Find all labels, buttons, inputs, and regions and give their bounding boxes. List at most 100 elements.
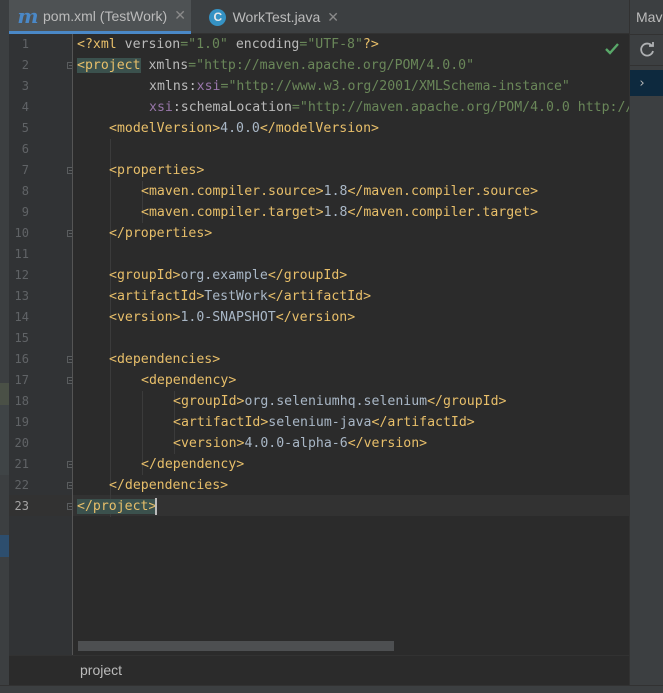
attr-name: xmlns xyxy=(140,58,189,73)
open-tag: <maven.compiler.source> xyxy=(141,184,324,199)
reload-icon[interactable] xyxy=(639,42,655,58)
line-number: 17 xyxy=(14,373,29,387)
close-tag: </properties> xyxy=(109,226,213,241)
close-tag: </maven.compiler.target> xyxy=(347,205,539,220)
line-number: 12 xyxy=(14,268,29,282)
close-tag: </maven.compiler.source> xyxy=(347,184,539,199)
tag-text: selenium-java xyxy=(268,415,372,430)
open-tag: <maven.compiler.target> xyxy=(141,205,324,220)
close-tag: </version> xyxy=(347,436,428,451)
editor-tab-bar: m pom.xml (TestWork) ✕ C WorkTest.java ✕ xyxy=(9,0,629,34)
tab-worktest-java[interactable]: C WorkTest.java ✕ xyxy=(199,0,339,34)
close-icon[interactable]: ✕ xyxy=(174,7,186,24)
equals: = xyxy=(180,37,189,52)
code-line-19: <artifactId>selenium-java</artifactId> xyxy=(173,412,475,433)
code-line-8: <maven.compiler.source>1.8</maven.compil… xyxy=(141,181,538,202)
line-number: 1 xyxy=(21,37,29,51)
tag-text: TestWork xyxy=(204,289,268,304)
close-tag: </version> xyxy=(275,310,356,325)
close-tag: </dependency> xyxy=(141,457,245,472)
line-number: 11 xyxy=(14,247,29,261)
attr-value: "http://maven.apache.org/POM/4.0.0 http:… xyxy=(299,100,629,115)
code-line-20: <version>4.0.0-alpha-6</version> xyxy=(173,433,427,454)
chevron-right-icon[interactable]: › xyxy=(638,76,646,91)
close-tag: </dependencies> xyxy=(109,478,229,493)
line-number: 13 xyxy=(14,289,29,303)
code-line-4: xsi:schemaLocation="http://maven.apache.… xyxy=(149,97,629,118)
equals: = xyxy=(291,100,300,115)
line-number: 23 xyxy=(14,499,29,513)
line-number: 16 xyxy=(14,352,29,366)
colon: : xyxy=(188,79,197,94)
maven-tree-item[interactable]: › xyxy=(630,70,663,96)
line-number: 18 xyxy=(14,394,29,408)
code-line-1: <?xml version="1.0" encoding="UTF-8"?> xyxy=(77,34,379,55)
tab-pom-xml[interactable]: m pom.xml (TestWork) ✕ xyxy=(9,0,191,34)
attr-value: "UTF-8" xyxy=(307,37,363,52)
close-tag: </groupId> xyxy=(267,268,348,283)
left-strip-selection xyxy=(0,535,9,557)
project-close-tag: </project> xyxy=(77,499,157,514)
line-number: 9 xyxy=(21,205,29,219)
xml-declaration-open: <?xml xyxy=(77,37,125,52)
text-caret xyxy=(155,498,157,515)
code-line-22: </dependencies> xyxy=(109,475,228,496)
line-number: 2 xyxy=(21,58,29,72)
status-bar xyxy=(0,685,663,693)
close-icon[interactable]: ✕ xyxy=(327,9,339,26)
close-tag: </modelVersion> xyxy=(259,121,379,136)
open-tag: <dependency> xyxy=(141,373,237,388)
breadcrumb-item-project[interactable]: project xyxy=(80,662,122,678)
attr-name: version xyxy=(124,37,181,52)
open-tag: <version> xyxy=(173,436,245,451)
tab-label: pom.xml (TestWork) xyxy=(43,7,168,24)
code-line-23: </project> xyxy=(77,496,157,517)
attr-value: "1.0" xyxy=(188,37,228,52)
maven-m-icon: m xyxy=(17,3,39,28)
tag-text: 1.8 xyxy=(323,205,348,220)
line-number: 7 xyxy=(21,163,29,177)
line-number: 4 xyxy=(21,100,29,114)
close-tag: </artifactId> xyxy=(267,289,372,304)
close-tag: </groupId> xyxy=(427,394,507,409)
open-tag: <properties> xyxy=(109,163,205,178)
line-number: 6 xyxy=(21,142,29,156)
inspection-ok-check-icon[interactable] xyxy=(604,42,620,56)
namespace: xsi xyxy=(149,100,173,115)
indent-guide xyxy=(110,139,111,517)
code-editor[interactable]: <?xml version="1.0" encoding="UTF-8"?> <… xyxy=(73,34,629,655)
tag-text: 4.0.0-alpha-6 xyxy=(244,436,348,451)
line-number-gutter: 1 2 3 4 5 6 7 8 9 10 11 12 13 14 15 16 1… xyxy=(9,34,74,655)
code-line-16: <dependencies> xyxy=(109,349,220,370)
code-line-14: <version>1.0-SNAPSHOT</version> xyxy=(109,307,355,328)
code-line-12: <groupId>org.example</groupId> xyxy=(109,265,347,286)
code-line-5: <modelVersion>4.0.0</modelVersion> xyxy=(109,118,379,139)
project-open-tag: <project xyxy=(77,58,141,73)
line-number: 10 xyxy=(14,226,29,240)
code-line-13: <artifactId>TestWork</artifactId> xyxy=(109,286,371,307)
horizontal-scrollbar-thumb[interactable] xyxy=(78,641,394,651)
attr-name: encoding xyxy=(235,37,300,52)
code-line-7: <properties> xyxy=(109,160,204,181)
attr-name: xmlns xyxy=(149,79,189,94)
namespace: xsi xyxy=(196,79,221,94)
open-tag: <version> xyxy=(109,310,181,325)
tag-text: 4.0.0 xyxy=(220,121,260,136)
tab-label: WorkTest.java xyxy=(232,9,321,25)
line-number: 22 xyxy=(14,478,29,492)
open-tag: <modelVersion> xyxy=(109,121,221,136)
close-tag: </artifactId> xyxy=(371,415,475,430)
code-line-9: <maven.compiler.target>1.8</maven.compil… xyxy=(141,202,538,223)
code-line-17: <dependency> xyxy=(141,370,236,391)
code-line-3: xmlns:xsi="http://www.w3.org/2001/XMLSch… xyxy=(149,76,570,97)
attr-value: "http://maven.apache.org/POM/4.0.0" xyxy=(196,58,475,73)
line-number: 19 xyxy=(14,415,29,429)
open-tag: <groupId> xyxy=(109,268,181,283)
open-tag: <dependencies> xyxy=(109,352,221,367)
tag-text: org.example xyxy=(180,268,268,283)
code-line-18: <groupId>org.seleniumhq.selenium</groupI… xyxy=(173,391,507,412)
tag-text: 1.8 xyxy=(323,184,348,199)
maven-panel-title[interactable]: Maven xyxy=(636,9,663,25)
line-number: 3 xyxy=(21,79,29,93)
